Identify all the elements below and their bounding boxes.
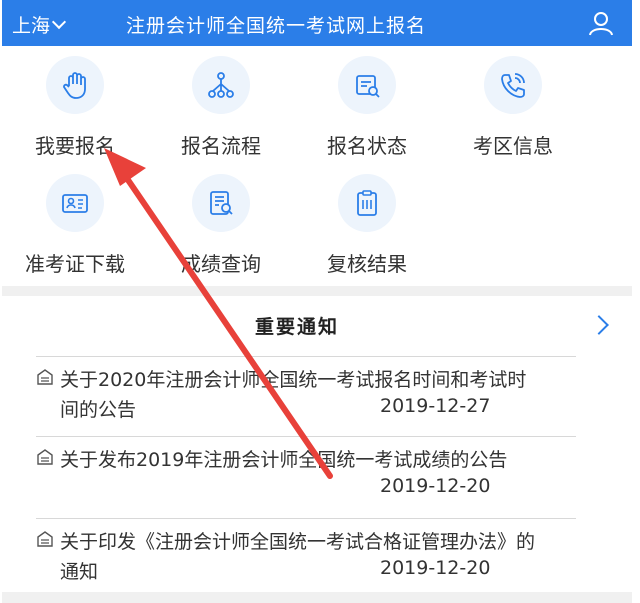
- notice-item[interactable]: 关于发布2019年注册会计师全国统一考试成绩的公告 2019-12-20: [36, 436, 576, 513]
- notice-header[interactable]: 重要通知: [2, 296, 632, 354]
- menu-item-area-info[interactable]: 考区信息: [440, 46, 580, 164]
- bulletin-icon: [37, 531, 53, 547]
- bulletin-icon: [37, 449, 53, 465]
- menu-item-admission-download[interactable]: 准考证下载: [2, 164, 142, 282]
- menu-item-score-query[interactable]: 成绩查询: [148, 164, 288, 282]
- chevron-down-icon: [51, 14, 67, 30]
- notice-date: 2019-12-20: [380, 557, 491, 579]
- page-title: 注册会计师全国统一考试网上报名: [126, 15, 427, 37]
- section-divider: [2, 286, 632, 296]
- city-selector[interactable]: 上海: [12, 11, 67, 38]
- flow-icon: [192, 56, 250, 114]
- menu-item-process[interactable]: 报名流程: [148, 46, 288, 164]
- menu-label: 报名状态: [327, 134, 407, 158]
- chevron-right-icon[interactable]: [589, 315, 609, 335]
- menu-label: 成绩查询: [181, 252, 261, 276]
- menu-label: 准考证下载: [25, 252, 125, 276]
- notice-item[interactable]: 关于2020年注册会计师全国统一考试报名时间和考试时间的公告 2019-12-2…: [36, 356, 576, 433]
- id-card-icon: [46, 174, 104, 232]
- user-icon[interactable]: [588, 10, 614, 36]
- menu-item-status[interactable]: 报名状态: [294, 46, 434, 164]
- menu-label: 我要报名: [35, 134, 115, 158]
- bulletin-icon: [37, 369, 53, 385]
- notice-date: 2019-12-20: [380, 475, 491, 497]
- score-search-icon: [192, 174, 250, 232]
- phone-icon: [484, 56, 542, 114]
- menu-item-review-result[interactable]: 复核结果: [294, 164, 434, 282]
- notice-text: 关于发布2019年注册会计师全国统一考试成绩的公告: [60, 449, 508, 471]
- notice-heading: 重要通知: [254, 316, 339, 338]
- menu-item-register[interactable]: 我要报名: [2, 46, 142, 164]
- top-bar: 上海 注册会计师全国统一考试网上报名: [2, 0, 632, 46]
- city-label: 上海: [12, 15, 51, 37]
- status-icon: [338, 56, 396, 114]
- notice-item[interactable]: 关于印发《注册会计师全国统一考试合格证管理办法》的通知 2019-12-20: [36, 518, 576, 595]
- hand-icon: [46, 56, 104, 114]
- clipboard-icon: [338, 174, 396, 232]
- menu-label: 复核结果: [327, 252, 407, 276]
- menu-label: 考区信息: [473, 134, 553, 158]
- bottom-divider: [2, 592, 632, 603]
- menu-grid: 我要报名 报名流程 报名状态 考区信息 准考证下载 成绩查询 复核结果: [2, 46, 632, 286]
- menu-label: 报名流程: [181, 134, 261, 158]
- notice-date: 2019-12-27: [380, 395, 491, 417]
